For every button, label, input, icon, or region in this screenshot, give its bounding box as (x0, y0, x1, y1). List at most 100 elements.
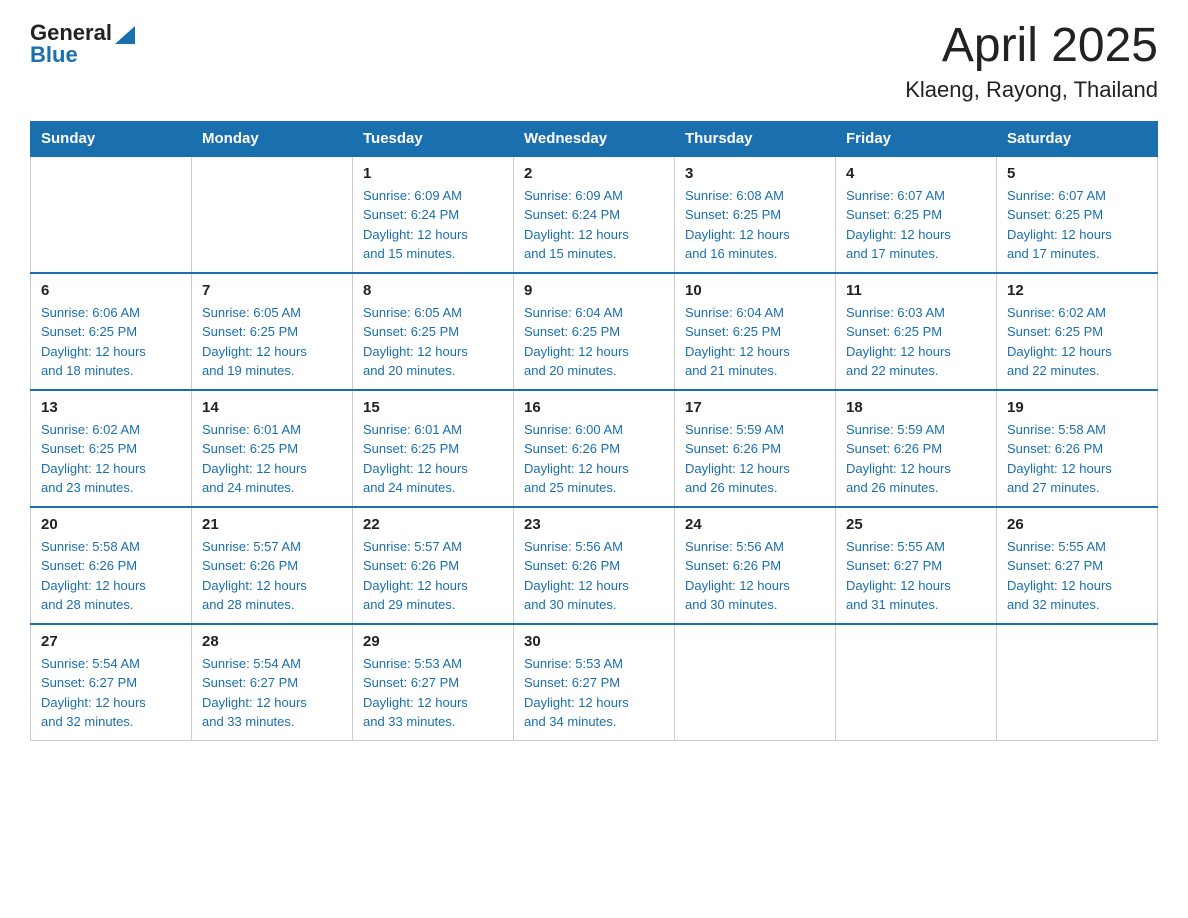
day-info: Sunrise: 6:02 AMSunset: 6:25 PMDaylight:… (41, 420, 181, 498)
day-number: 16 (524, 399, 664, 416)
calendar-cell: 27 Sunrise: 5:54 AMSunset: 6:27 PMDayligh… (31, 624, 192, 741)
calendar-cell: 9 Sunrise: 6:04 AMSunset: 6:25 PMDaylight… (514, 273, 675, 390)
calendar-cell: 22Sunrise: 5:57 AMSunset: 6:26 PMDayligh… (353, 507, 514, 624)
calendar-cell: 24 Sunrise: 5:56 AMSunset: 6:26 PMDayligh… (675, 507, 836, 624)
day-number: 26 (1007, 516, 1147, 533)
calendar-week-row: 27 Sunrise: 5:54 AMSunset: 6:27 PMDayligh… (31, 624, 1158, 741)
calendar-cell: 17 Sunrise: 5:59 AMSunset: 6:26 PMDayligh… (675, 390, 836, 507)
col-saturday: Saturday (997, 121, 1158, 156)
calendar-cell: 11 Sunrise: 6:03 AMSunset: 6:25 PMDayligh… (836, 273, 997, 390)
day-number: 2 (524, 165, 664, 182)
day-number: 5 (1007, 165, 1147, 182)
calendar-cell: 16Sunrise: 6:00 AMSunset: 6:26 PMDayligh… (514, 390, 675, 507)
calendar-cell: 26 Sunrise: 5:55 AMSunset: 6:27 PMDayligh… (997, 507, 1158, 624)
page-header: General Blue April 2025 Klaeng, Rayong, … (30, 20, 1158, 103)
calendar-table: Sunday Monday Tuesday Wednesday Thursday… (30, 121, 1158, 741)
page-subtitle: Klaeng, Rayong, Thailand (905, 77, 1158, 103)
calendar-cell: 8 Sunrise: 6:05 AMSunset: 6:25 PMDaylight… (353, 273, 514, 390)
calendar-cell: 25 Sunrise: 5:55 AMSunset: 6:27 PMDayligh… (836, 507, 997, 624)
col-monday: Monday (192, 121, 353, 156)
day-info: Sunrise: 5:53 AMSunset: 6:27 PMDaylight:… (524, 654, 664, 732)
calendar-cell (997, 624, 1158, 741)
day-info: Sunrise: 5:54 AMSunset: 6:27 PMDaylight:… (41, 654, 181, 732)
col-thursday: Thursday (675, 121, 836, 156)
logo-triangle-icon (115, 22, 135, 44)
day-info: Sunrise: 6:03 AMSunset: 6:25 PMDaylight:… (846, 303, 986, 381)
calendar-cell: 28Sunrise: 5:54 AMSunset: 6:27 PMDayligh… (192, 624, 353, 741)
day-number: 11 (846, 282, 986, 299)
calendar-cell: 30 Sunrise: 5:53 AMSunset: 6:27 PMDayligh… (514, 624, 675, 741)
day-info: Sunrise: 6:09 AMSunset: 6:24 PMDaylight:… (363, 186, 503, 264)
col-sunday: Sunday (31, 121, 192, 156)
calendar-cell: 29 Sunrise: 5:53 AMSunset: 6:27 PMDayligh… (353, 624, 514, 741)
day-number: 1 (363, 165, 503, 182)
logo-blue-text: Blue (30, 42, 78, 68)
day-info: Sunrise: 6:07 AMSunset: 6:25 PMDaylight:… (1007, 186, 1147, 264)
day-number: 27 (41, 633, 181, 650)
calendar-cell: 7Sunrise: 6:05 AMSunset: 6:25 PMDaylight… (192, 273, 353, 390)
logo: General Blue (30, 20, 135, 68)
calendar-cell: 4 Sunrise: 6:07 AMSunset: 6:25 PMDaylight… (836, 156, 997, 273)
day-info: Sunrise: 6:02 AMSunset: 6:25 PMDaylight:… (1007, 303, 1147, 381)
day-info: Sunrise: 6:04 AMSunset: 6:25 PMDaylight:… (524, 303, 664, 381)
day-info: Sunrise: 5:55 AMSunset: 6:27 PMDaylight:… (1007, 537, 1147, 615)
day-number: 18 (846, 399, 986, 416)
day-info: Sunrise: 6:05 AMSunset: 6:25 PMDaylight:… (363, 303, 503, 381)
day-info: Sunrise: 6:04 AMSunset: 6:25 PMDaylight:… (685, 303, 825, 381)
day-number: 4 (846, 165, 986, 182)
day-number: 21 (202, 516, 342, 533)
day-number: 28 (202, 633, 342, 650)
calendar-week-row: 20 Sunrise: 5:58 AMSunset: 6:26 PMDayligh… (31, 507, 1158, 624)
calendar-cell: 3 Sunrise: 6:08 AMSunset: 6:25 PMDaylight… (675, 156, 836, 273)
col-wednesday: Wednesday (514, 121, 675, 156)
calendar-week-row: 13 Sunrise: 6:02 AMSunset: 6:25 PMDayligh… (31, 390, 1158, 507)
calendar-cell: 1 Sunrise: 6:09 AMSunset: 6:24 PMDaylight… (353, 156, 514, 273)
day-info: Sunrise: 5:57 AMSunset: 6:26 PMDaylight:… (363, 537, 503, 615)
day-info: Sunrise: 5:59 AMSunset: 6:26 PMDaylight:… (846, 420, 986, 498)
day-number: 19 (1007, 399, 1147, 416)
day-info: Sunrise: 5:53 AMSunset: 6:27 PMDaylight:… (363, 654, 503, 732)
calendar-cell: 19 Sunrise: 5:58 AMSunset: 6:26 PMDayligh… (997, 390, 1158, 507)
day-info: Sunrise: 6:06 AMSunset: 6:25 PMDaylight:… (41, 303, 181, 381)
day-info: Sunrise: 5:59 AMSunset: 6:26 PMDaylight:… (685, 420, 825, 498)
day-number: 13 (41, 399, 181, 416)
day-number: 9 (524, 282, 664, 299)
day-info: Sunrise: 5:58 AMSunset: 6:26 PMDaylight:… (41, 537, 181, 615)
day-info: Sunrise: 5:55 AMSunset: 6:27 PMDaylight:… (846, 537, 986, 615)
calendar-cell: 10 Sunrise: 6:04 AMSunset: 6:25 PMDayligh… (675, 273, 836, 390)
day-number: 25 (846, 516, 986, 533)
day-info: Sunrise: 6:07 AMSunset: 6:25 PMDaylight:… (846, 186, 986, 264)
calendar-cell (31, 156, 192, 273)
day-number: 24 (685, 516, 825, 533)
day-number: 20 (41, 516, 181, 533)
day-number: 14 (202, 399, 342, 416)
calendar-week-row: 6 Sunrise: 6:06 AMSunset: 6:25 PMDaylight… (31, 273, 1158, 390)
calendar-cell (836, 624, 997, 741)
calendar-cell: 13 Sunrise: 6:02 AMSunset: 6:25 PMDayligh… (31, 390, 192, 507)
day-info: Sunrise: 6:08 AMSunset: 6:25 PMDaylight:… (685, 186, 825, 264)
day-number: 17 (685, 399, 825, 416)
day-number: 6 (41, 282, 181, 299)
col-friday: Friday (836, 121, 997, 156)
calendar-header-row: Sunday Monday Tuesday Wednesday Thursday… (31, 121, 1158, 156)
day-number: 7 (202, 282, 342, 299)
day-info: Sunrise: 5:56 AMSunset: 6:26 PMDaylight:… (685, 537, 825, 615)
day-number: 8 (363, 282, 503, 299)
day-number: 10 (685, 282, 825, 299)
day-info: Sunrise: 6:01 AMSunset: 6:25 PMDaylight:… (363, 420, 503, 498)
day-number: 23 (524, 516, 664, 533)
page-title: April 2025 (905, 20, 1158, 73)
calendar-cell: 15Sunrise: 6:01 AMSunset: 6:25 PMDayligh… (353, 390, 514, 507)
calendar-cell (192, 156, 353, 273)
calendar-cell: 6 Sunrise: 6:06 AMSunset: 6:25 PMDaylight… (31, 273, 192, 390)
calendar-cell: 12Sunrise: 6:02 AMSunset: 6:25 PMDayligh… (997, 273, 1158, 390)
day-info: Sunrise: 5:57 AMSunset: 6:26 PMDaylight:… (202, 537, 342, 615)
day-info: Sunrise: 5:58 AMSunset: 6:26 PMDaylight:… (1007, 420, 1147, 498)
calendar-cell (675, 624, 836, 741)
calendar-cell: 5 Sunrise: 6:07 AMSunset: 6:25 PMDaylight… (997, 156, 1158, 273)
calendar-cell: 18 Sunrise: 5:59 AMSunset: 6:26 PMDayligh… (836, 390, 997, 507)
day-number: 30 (524, 633, 664, 650)
calendar-cell: 14Sunrise: 6:01 AMSunset: 6:25 PMDayligh… (192, 390, 353, 507)
day-number: 3 (685, 165, 825, 182)
day-number: 29 (363, 633, 503, 650)
